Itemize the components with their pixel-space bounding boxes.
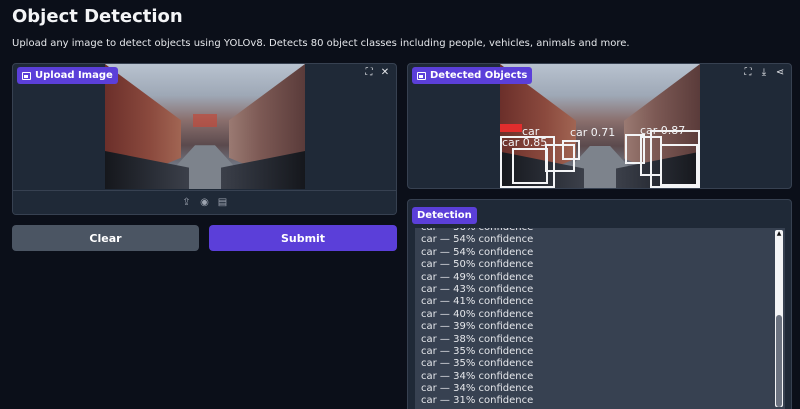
detection-label: car 0.71 — [570, 126, 616, 139]
upload-image-panel[interactable]: Upload Image ⛶ ✕ ⇪ ◉ ▤ — [12, 63, 397, 215]
list-item: car — 31% confidence — [421, 395, 534, 407]
upload-toolbar: ⛶ ✕ — [364, 68, 390, 78]
list-item: car — 34% confidence — [421, 383, 534, 395]
output-toolbar: ⛶ ⤓ ⋖ — [743, 68, 785, 78]
scrollbar-thumb[interactable] — [776, 315, 782, 407]
list-item: car — 41% confidence — [421, 296, 534, 308]
list-item: car — 34% confidence — [421, 370, 534, 382]
share-icon[interactable]: ⋖ — [775, 68, 785, 78]
close-icon[interactable]: ✕ — [380, 68, 390, 78]
detection-box — [562, 140, 580, 160]
detection-box — [660, 144, 698, 186]
detection-rows: car — 56% confidencecar — 54% confidence… — [415, 228, 785, 408]
image-icon — [22, 71, 31, 80]
page-title: Object Detection — [12, 6, 183, 27]
list-item: car — 35% confidence — [421, 345, 534, 357]
scrollbar[interactable]: ▲ — [775, 230, 783, 407]
detection-label: Detection — [412, 207, 477, 224]
fullscreen-icon[interactable]: ⛶ — [743, 68, 753, 78]
upload-image-label: Upload Image — [17, 67, 118, 84]
list-item: car — 43% confidence — [421, 283, 534, 295]
image-icon — [417, 71, 426, 80]
list-item: car — 54% confidence — [421, 234, 534, 246]
list-item: car — 54% confidence — [421, 246, 534, 258]
submit-button[interactable]: Submit — [209, 225, 397, 251]
upload-icon[interactable]: ⇪ — [182, 197, 192, 208]
fullscreen-icon[interactable]: ⛶ — [364, 68, 374, 78]
upload-image-label-text: Upload Image — [35, 70, 113, 81]
detected-objects-label: Detected Objects — [412, 67, 533, 84]
list-item: car — 49% confidence — [421, 271, 534, 283]
detected-objects-label-text: Detected Objects — [430, 70, 528, 81]
list-item: car — 50% confidence — [421, 259, 534, 271]
detection-results-list[interactable]: car — 56% confidencecar — 54% confidence… — [415, 228, 785, 409]
list-item: car — 38% confidence — [421, 333, 534, 345]
scroll-up-icon[interactable]: ▲ — [775, 230, 783, 238]
clipboard-icon[interactable]: ▤ — [218, 197, 228, 208]
detection-label-bar — [500, 124, 522, 132]
uploaded-image — [105, 64, 305, 189]
list-item: car — 39% confidence — [421, 321, 534, 333]
clear-button[interactable]: Clear — [12, 225, 199, 251]
download-icon[interactable]: ⤓ — [759, 68, 769, 78]
webcam-icon[interactable]: ◉ — [200, 197, 210, 208]
list-item: car — 35% confidence — [421, 358, 534, 370]
detection-box — [512, 148, 548, 184]
image-source-bar: ⇪ ◉ ▤ — [13, 190, 396, 214]
detected-objects-panel: Detected Objects ⛶ ⤓ ⋖ car car 0.71 car … — [407, 63, 792, 189]
page-description: Upload any image to detect objects using… — [12, 38, 630, 49]
list-item: car — 40% confidence — [421, 308, 534, 320]
